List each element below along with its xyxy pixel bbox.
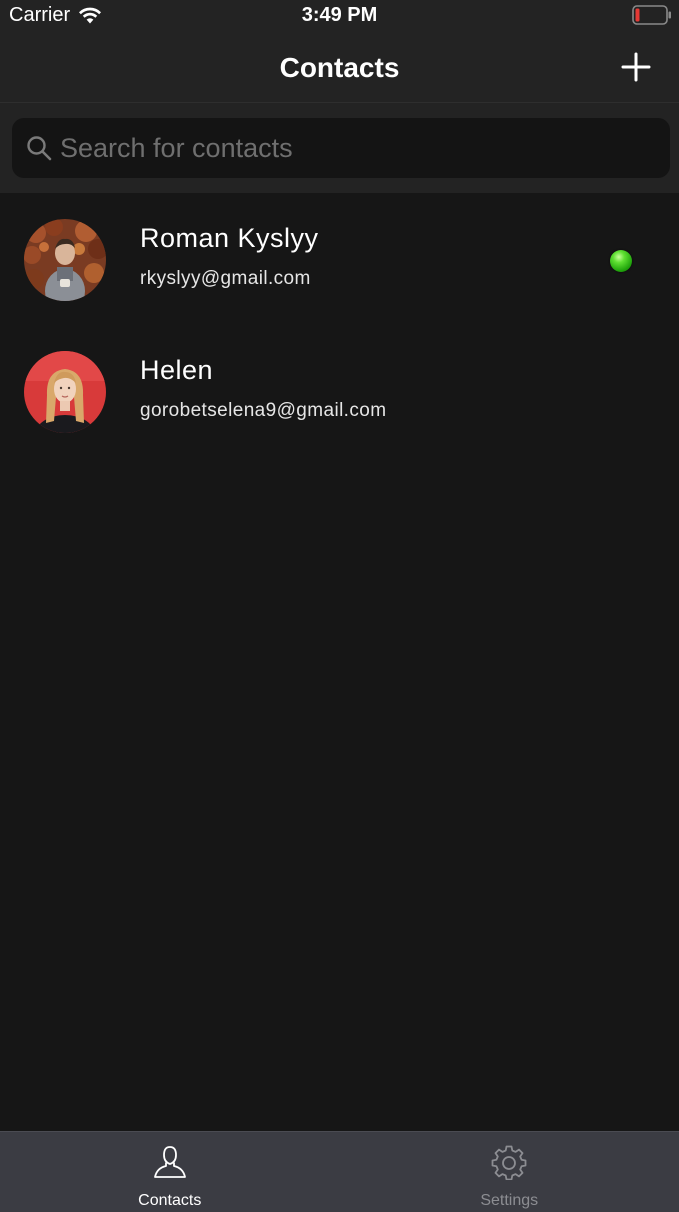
status-bar: Carrier 3:49 PM bbox=[0, 0, 679, 32]
search-input[interactable] bbox=[60, 128, 656, 168]
contacts-screen: Carrier 3:49 PM Contacts Search for cont… bbox=[0, 0, 679, 1212]
contact-name: Helen bbox=[140, 355, 214, 385]
search-bar bbox=[0, 103, 679, 193]
tab-contacts[interactable]: Contacts bbox=[0, 1132, 340, 1212]
avatar bbox=[24, 351, 106, 433]
add-contact-button[interactable] bbox=[615, 46, 657, 88]
search-field[interactable] bbox=[12, 118, 670, 178]
gear-icon bbox=[491, 1145, 527, 1180]
plus-icon bbox=[621, 52, 651, 82]
tab-label: Contacts bbox=[138, 1192, 202, 1209]
contact-list: Roman Kyslyy rkyslyy@gmail.com Helen gor… bbox=[0, 193, 679, 457]
contact-name: Roman Kyslyy bbox=[140, 223, 319, 253]
tab-label: Settings bbox=[480, 1192, 539, 1209]
online-status-indicator bbox=[610, 250, 632, 272]
search-icon bbox=[27, 136, 52, 161]
tab-bar: Contacts Settings bbox=[0, 1131, 679, 1212]
contact-photo bbox=[24, 351, 106, 433]
battery-icon bbox=[632, 5, 671, 25]
contact-email: rkyslyy@gmail.com bbox=[140, 268, 311, 289]
contact-row[interactable]: Roman Kyslyy rkyslyy@gmail.com bbox=[0, 193, 679, 325]
tab-settings[interactable]: Settings bbox=[340, 1132, 679, 1212]
page-title: Contacts bbox=[279, 52, 400, 83]
contact-email: gorobetselena9@gmail.com bbox=[140, 400, 387, 421]
avatar bbox=[24, 219, 106, 301]
status-time: 3:49 PM bbox=[301, 4, 378, 26]
person-icon bbox=[153, 1146, 186, 1178]
navigation-bar: Contacts bbox=[0, 32, 679, 103]
contact-row[interactable]: Helen gorobetselena9@gmail.com bbox=[0, 325, 679, 457]
contact-photo bbox=[24, 219, 106, 301]
